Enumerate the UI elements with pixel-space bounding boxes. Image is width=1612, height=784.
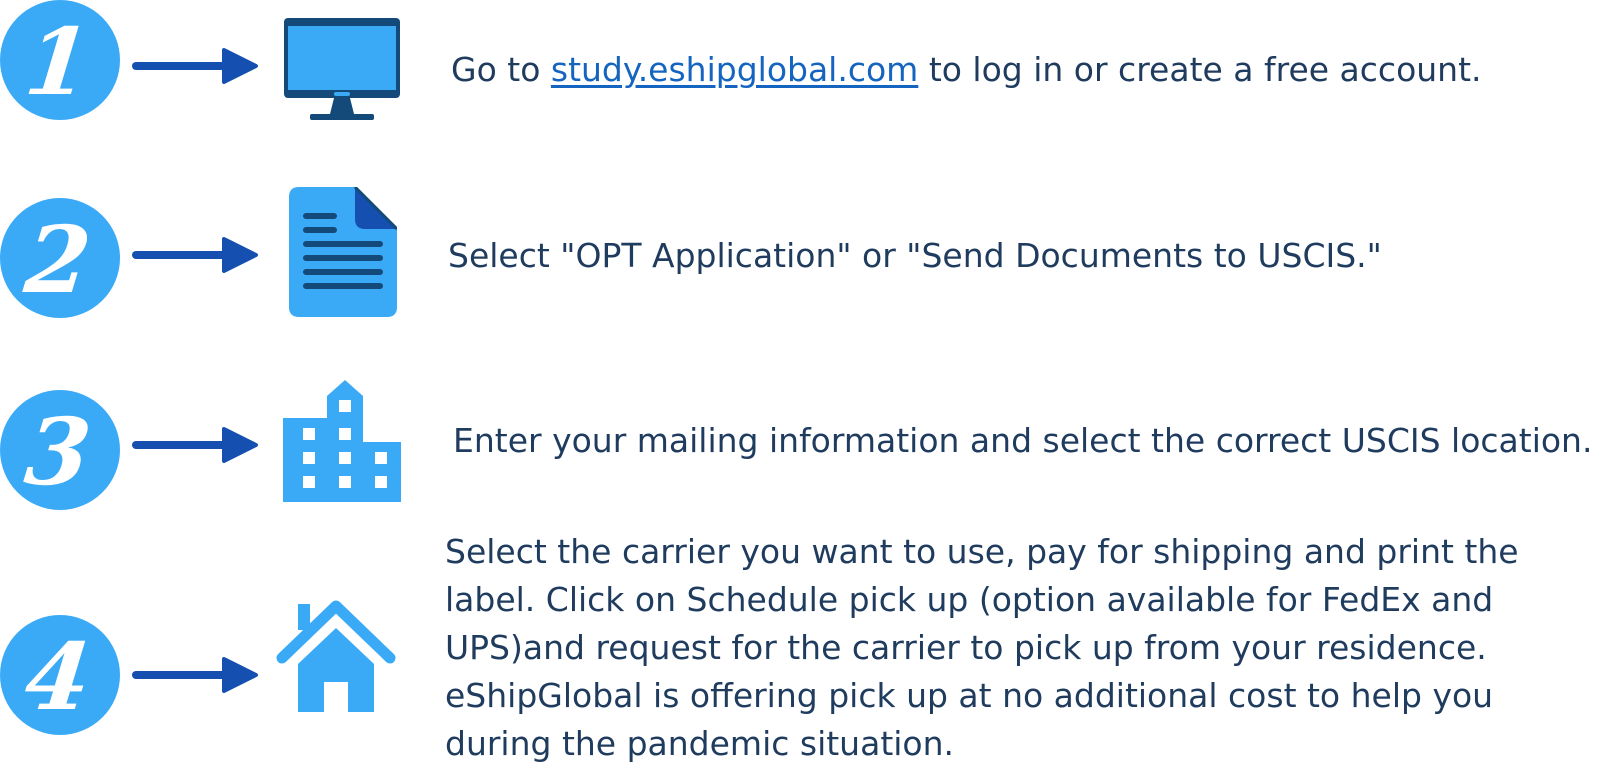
step-4-text-line-3: UPS)and request for the carrier to pick … [445,628,1487,667]
step-4-number: 4 [20,623,96,731]
document-icon [289,187,397,317]
step-3-number-circle: 3 [0,390,120,510]
step-4-text-line-2: label. Click on Schedule pick up (option… [445,580,1494,619]
building-icon [283,380,401,502]
step-2-text: Select "OPT Application" or "Send Docume… [448,236,1382,275]
step-2-arrow-icon [132,237,258,273]
step-4-text-line-5: during the pandemic situation. [445,724,955,763]
step-3-text: Enter your mailing information and selec… [453,421,1593,460]
step-2-number: 2 [20,206,96,314]
step-4-text-line-4: eShipGlobal is offering pick up at no ad… [445,676,1494,715]
step-1-number-circle: 1 [0,0,120,120]
step-2-number-circle: 2 [0,198,120,318]
step-4-arrow-icon [132,657,258,693]
step-1-text: Go to study.eshipglobal.com to log in or… [451,46,1482,94]
step-1-number: 1 [20,8,96,116]
step-1-arrow-icon [132,48,258,84]
step-1-text-after: to log in or create a free account. [918,50,1482,89]
step-3-arrow-icon [132,427,258,463]
monitor-icon [284,18,400,120]
step-1-text-before: Go to [451,50,551,89]
step-3-number: 3 [20,398,96,506]
step-4-number-circle: 4 [0,615,120,735]
step-4-text: Select the carrier you want to use, pay … [445,528,1519,768]
house-icon [276,600,396,712]
study-eshipglobal-link[interactable]: study.eshipglobal.com [551,50,918,89]
step-4-text-line-1: Select the carrier you want to use, pay … [445,532,1519,571]
